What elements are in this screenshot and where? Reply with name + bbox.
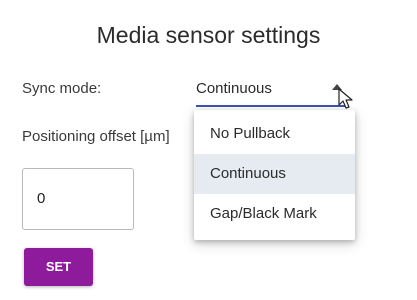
- positioning-offset-input[interactable]: 0: [22, 168, 134, 230]
- mouse-cursor-icon: [338, 88, 353, 109]
- sync-mode-select[interactable]: Continuous: [196, 75, 348, 107]
- menu-item-gap-black-mark[interactable]: Gap/Black Mark: [194, 194, 355, 234]
- sync-mode-label: Sync mode:: [22, 80, 102, 97]
- page-title: Media sensor settings: [96, 22, 321, 48]
- set-button[interactable]: SET: [24, 248, 93, 286]
- sync-mode-value: Continuous: [196, 80, 272, 97]
- positioning-offset-label: Positioning offset [µm]: [22, 128, 170, 145]
- positioning-offset-value: 0: [37, 190, 46, 207]
- menu-item-continuous[interactable]: Continuous: [194, 154, 355, 194]
- sync-mode-dropdown-menu: No Pullback Continuous Gap/Black Mark: [194, 110, 355, 240]
- menu-item-no-pullback[interactable]: No Pullback: [194, 114, 355, 154]
